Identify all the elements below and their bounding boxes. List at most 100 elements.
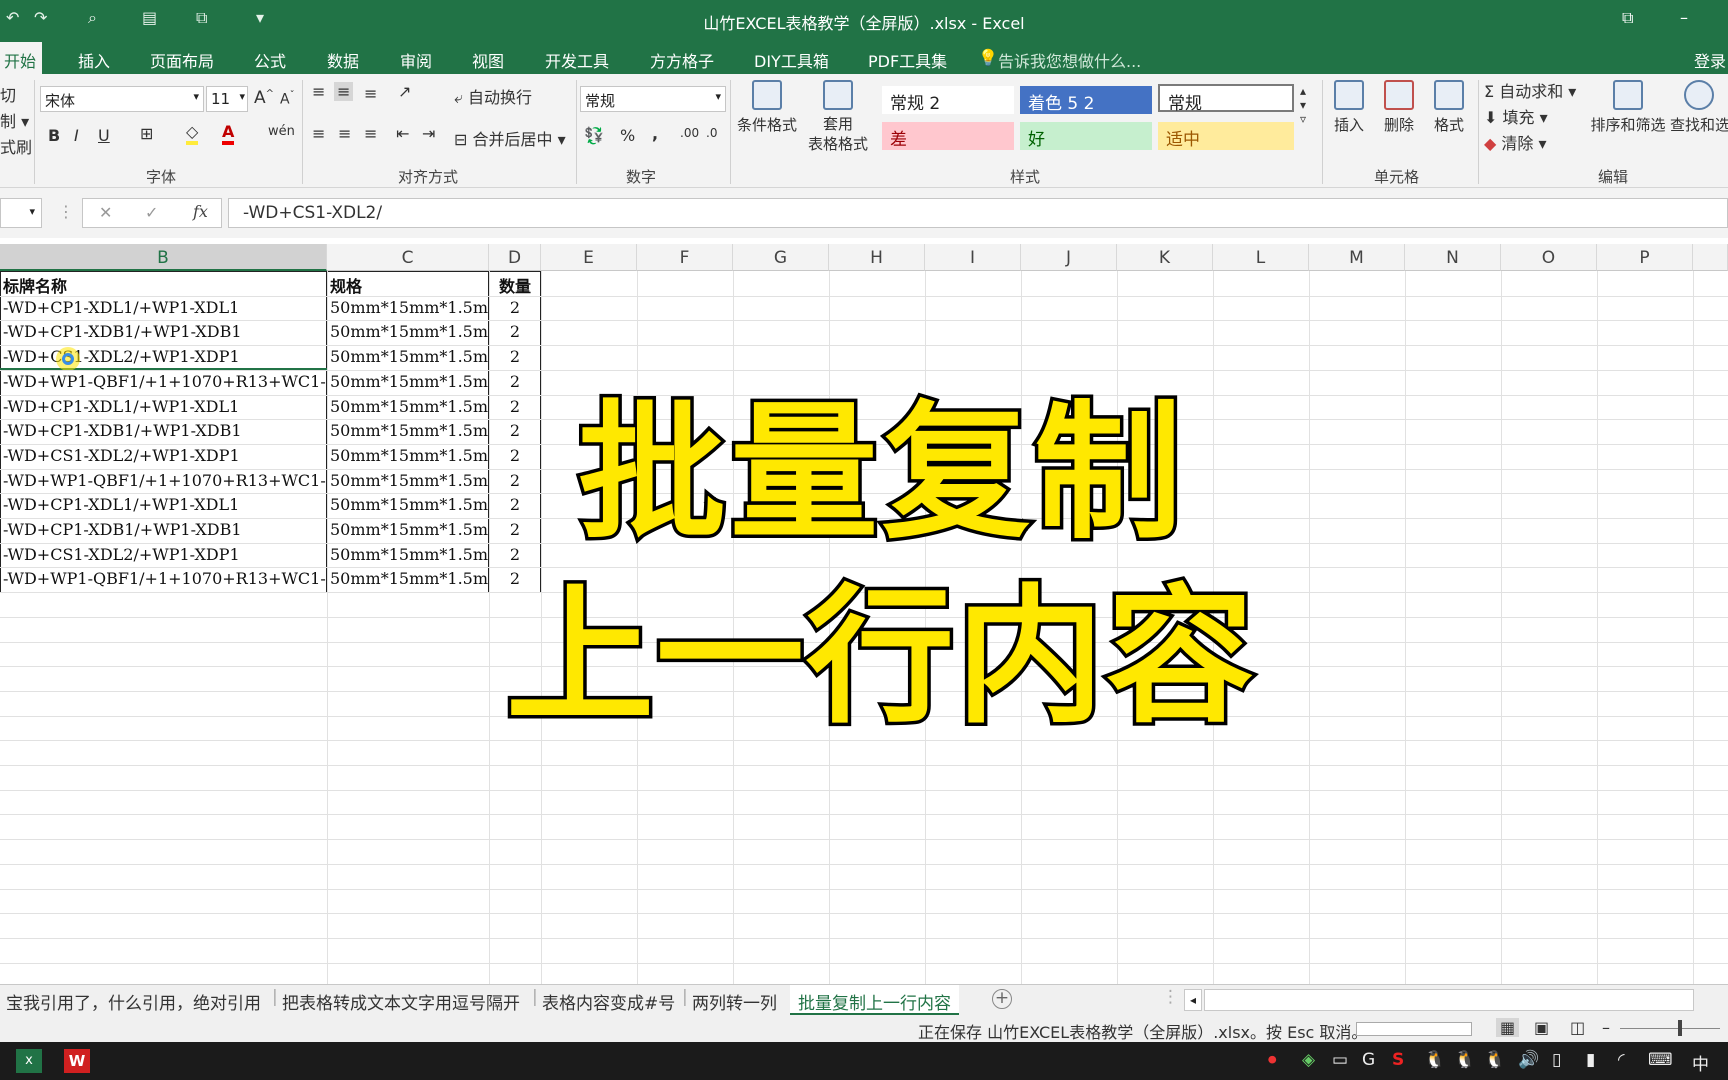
page-break-view-icon[interactable]: ◫ xyxy=(1570,1018,1585,1037)
merge-center-button[interactable]: ⊟ 合并后居中 ▾ xyxy=(454,126,566,150)
cell-name[interactable]: -WD+CP1-XDL1/+WP1-XDL1 xyxy=(0,296,327,321)
tray-s-icon[interactable]: S xyxy=(1392,1050,1404,1070)
column-header-q[interactable] xyxy=(1693,244,1728,271)
zoom-slider-thumb[interactable] xyxy=(1678,1020,1682,1036)
name-box[interactable]: ▾ xyxy=(0,198,42,228)
zoom-slider[interactable] xyxy=(1620,1028,1720,1029)
clear-button[interactable]: ◆ 清除 ▾ xyxy=(1484,130,1547,154)
align-right-icon[interactable]: ≡ xyxy=(364,124,377,143)
format-cells-button[interactable]: 格式 xyxy=(1426,80,1472,135)
minimize-icon[interactable]: – xyxy=(1680,8,1688,27)
formula-input[interactable]: -WD+CS1-XDL2/ xyxy=(228,198,1728,228)
volume-icon[interactable]: 🔊 xyxy=(1518,1050,1539,1070)
cell-qty[interactable]: 2 xyxy=(489,395,541,420)
cell-name[interactable]: -WD+CP1-XDB1/+WP1-XDB1 xyxy=(0,419,327,444)
cell-spec[interactable]: 50mm*15mm*1.5mm xyxy=(327,345,489,370)
cell-spec[interactable]: 50mm*15mm*1.5mm xyxy=(327,518,489,543)
record-icon[interactable]: ⏺ xyxy=(1268,1050,1277,1070)
delete-cells-button[interactable]: 删除 xyxy=(1376,80,1422,135)
column-header-e[interactable]: E xyxy=(541,244,637,271)
column-header-f[interactable]: F xyxy=(637,244,733,271)
message-icon[interactable]: ▭ xyxy=(1332,1050,1348,1070)
copy-button[interactable]: 制 ▾ xyxy=(0,108,29,132)
tab-fangfanggezi[interactable]: 方方格子 xyxy=(650,48,714,72)
sheet-tab-table-to-text[interactable]: 把表格转成文本文字用逗号隔开 xyxy=(282,989,520,1014)
cell-name[interactable]: -WD+WP1-QBF1/+1+1070+R13+WC1-Q0 xyxy=(0,567,327,592)
wifi-icon[interactable]: ◜ xyxy=(1618,1050,1625,1070)
cell-name[interactable]: -WD+CP1-XDL1/+WP1-XDL1 xyxy=(0,395,327,420)
cell-qty[interactable]: 2 xyxy=(489,345,541,370)
cell-qty[interactable]: 2 xyxy=(489,320,541,345)
cell-qty[interactable]: 2 xyxy=(489,296,541,321)
styles-scroll-icon[interactable]: ▴ ▾ ▿ xyxy=(1300,84,1306,126)
percent-button[interactable]: % xyxy=(620,126,635,145)
align-left-icon[interactable]: ≡ xyxy=(312,124,325,143)
cell-spec[interactable]: 50mm*15mm*1.5mm xyxy=(327,395,489,420)
enter-icon[interactable]: ✓ xyxy=(145,203,158,222)
format-as-table-button[interactable]: 套用 表格格式 xyxy=(800,80,876,154)
ime-indicator[interactable]: 中 xyxy=(1692,1050,1709,1075)
fill-button[interactable]: ⬇ 填充 ▾ xyxy=(1484,104,1548,128)
font-shrink-button[interactable]: Aˇ xyxy=(280,90,295,108)
cell-spec[interactable]: 50mm*15mm*1.5mm xyxy=(327,296,489,321)
align-middle-icon[interactable]: ≡ xyxy=(334,82,354,101)
header-cell-qty[interactable]: 数量 xyxy=(489,271,541,296)
cell-name[interactable]: -WD+CP1-XDB1/+WP1-XDB1 xyxy=(0,320,327,345)
indent-decrease-icon[interactable]: ⇤ xyxy=(396,124,409,143)
cut-button[interactable]: 切 xyxy=(0,82,16,106)
find-select-button[interactable]: 查找和选 xyxy=(1670,80,1728,135)
tab-insert[interactable]: 插入 xyxy=(78,48,110,72)
tab-review[interactable]: 审阅 xyxy=(400,48,432,72)
fill-color-icon[interactable]: ◇ xyxy=(186,122,199,145)
cell-spec[interactable]: 50mm*15mm*1.5mm xyxy=(327,469,489,494)
decrease-decimal-icon[interactable]: .0 xyxy=(706,126,717,140)
autosum-button[interactable]: Σ 自动求和 ▾ xyxy=(1484,78,1576,102)
number-format-select[interactable]: 常规 ▾ xyxy=(580,86,726,112)
comma-button[interactable]: , xyxy=(652,124,658,143)
cell-spec[interactable]: 50mm*15mm*1.5mm xyxy=(327,419,489,444)
tab-diy-toolbox[interactable]: DIY工具箱 xyxy=(754,48,829,72)
cell-spec[interactable]: 50mm*15mm*1.5mm xyxy=(327,370,489,395)
zoom-out-icon[interactable]: – xyxy=(1602,1018,1610,1037)
header-cell-name[interactable]: 标牌名称 xyxy=(0,271,327,296)
usb-icon[interactable]: ▯ xyxy=(1552,1050,1561,1070)
italic-button[interactable]: I xyxy=(74,126,79,145)
sheet-tab-hash-signs[interactable]: 表格内容变成#号 xyxy=(542,989,675,1014)
column-header-l[interactable]: L xyxy=(1213,244,1309,271)
tray-g-icon[interactable]: G xyxy=(1362,1050,1375,1070)
sheet-tab-two-cols-to-one[interactable]: 两列转一列 xyxy=(692,989,777,1014)
underline-button[interactable]: U xyxy=(98,126,110,145)
cell-name[interactable]: -WD+CP1-XDB1/+WP1-XDB1 xyxy=(0,518,327,543)
tell-me-search[interactable]: 告诉我您想做什么... xyxy=(998,48,1141,72)
page-layout-view-icon[interactable]: ▣ xyxy=(1534,1018,1549,1037)
horizontal-scrollbar[interactable] xyxy=(1204,989,1694,1011)
column-header-h[interactable]: H xyxy=(829,244,925,271)
tab-page-layout[interactable]: 页面布局 xyxy=(150,48,214,72)
cell-qty[interactable]: 2 xyxy=(489,469,541,494)
bold-button[interactable]: B xyxy=(48,126,60,145)
style-normal[interactable]: 常规 xyxy=(1158,84,1294,114)
font-name-select[interactable]: 宋体 ▾ xyxy=(40,86,204,112)
cell-name[interactable]: -WD+CP1-XDL1/+WP1-XDL1 xyxy=(0,493,327,518)
sort-filter-button[interactable]: 排序和筛选 xyxy=(1586,80,1670,135)
cell-qty[interactable]: 2 xyxy=(489,419,541,444)
insert-function-icon[interactable]: fx xyxy=(193,202,208,221)
format-painter-button[interactable]: 式刷 xyxy=(0,134,32,158)
style-normal-2[interactable]: 常规 2 xyxy=(882,86,1014,114)
column-header-j[interactable]: J xyxy=(1021,244,1117,271)
cell-spec[interactable]: 50mm*15mm*1.5mm xyxy=(327,543,489,568)
keyboard-icon[interactable]: ⌨ xyxy=(1648,1050,1673,1070)
cell-spec[interactable]: 50mm*15mm*1.5mm xyxy=(327,320,489,345)
align-bottom-icon[interactable]: ≡ xyxy=(364,84,377,103)
increase-decimal-icon[interactable]: .00 xyxy=(680,126,699,140)
conditional-format-button[interactable]: 条件格式 xyxy=(734,80,800,135)
excel-taskbar-icon[interactable]: x xyxy=(16,1049,42,1073)
cell-name[interactable]: -WD+WP1-QBF1/+1+1070+R13+WC1-Q0 xyxy=(0,469,327,494)
restore-icon[interactable]: ⧉ xyxy=(1622,8,1633,28)
sheet-tab-absolute-ref[interactable]: 宝我引用了，什么引用，绝对引用 xyxy=(6,989,261,1014)
column-header-i[interactable]: I xyxy=(925,244,1021,271)
tab-formulas[interactable]: 公式 xyxy=(254,48,286,72)
cell-qty[interactable]: 2 xyxy=(489,370,541,395)
login-link[interactable]: 登录 xyxy=(1694,48,1726,72)
add-sheet-icon[interactable]: + xyxy=(992,989,1012,1009)
